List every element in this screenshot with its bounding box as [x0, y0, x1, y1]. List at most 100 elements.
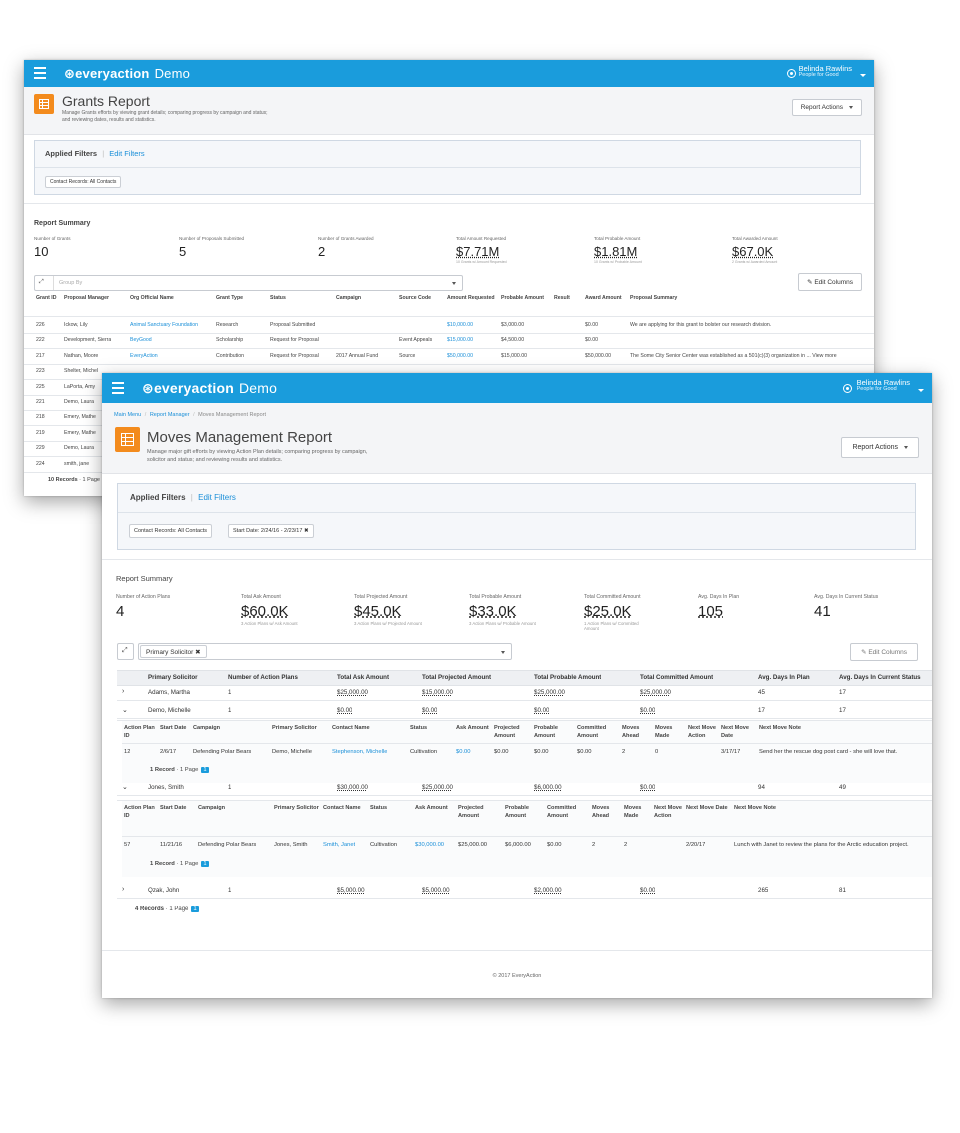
group-cell[interactable]: $15,000.00	[422, 689, 453, 696]
summary-value[interactable]: 105	[698, 603, 723, 620]
column-header[interactable]: Total Ask Amount	[337, 674, 389, 681]
column-header[interactable]: Total Committed Amount	[640, 674, 713, 681]
page-button[interactable]: 1	[201, 861, 209, 867]
remove-filter-icon[interactable]: ✖	[304, 528, 309, 534]
detail-column-header[interactable]: Ask Amount	[415, 805, 456, 813]
expand-button[interactable]: ⤢	[117, 643, 134, 660]
detail-column-header[interactable]: Contact Name	[323, 805, 368, 813]
detail-column-header[interactable]: Ask Amount	[456, 725, 492, 733]
user-menu[interactable]: Belinda Rawlins People for Good	[857, 379, 910, 393]
edit-filters-link[interactable]: Edit Filters	[109, 149, 144, 158]
expand-chevron-icon[interactable]: ›	[122, 688, 124, 695]
page-button[interactable]: 1	[191, 906, 199, 912]
detail-column-header[interactable]: Moves Ahead	[592, 805, 622, 820]
record-icon[interactable]	[843, 384, 852, 393]
group-by-select[interactable]: ⤢ Group By	[34, 275, 463, 291]
collapse-chevron-icon[interactable]: ⌄	[122, 706, 128, 714]
collapse-chevron-icon[interactable]: ⌄	[122, 783, 128, 791]
detail-column-header[interactable]: Campaign	[198, 805, 272, 813]
column-header[interactable]: Proposal Manager	[64, 295, 127, 302]
brand-logo[interactable]: ⊛everyaction Demo	[64, 66, 190, 82]
edit-columns-button[interactable]: ✎ Edit Columns	[850, 643, 918, 661]
column-header[interactable]: Proposal Summary	[630, 295, 850, 302]
detail-column-header[interactable]: Status	[370, 805, 413, 813]
page-button[interactable]: 1	[201, 767, 209, 773]
column-header[interactable]: Source Code	[399, 295, 444, 302]
column-header[interactable]: Grant Type	[216, 295, 267, 302]
column-header[interactable]: Campaign	[336, 295, 396, 302]
detail-column-header[interactable]: Start Date	[160, 805, 196, 813]
column-header[interactable]: Total Projected Amount	[422, 674, 491, 681]
hamburger-menu-icon[interactable]	[34, 67, 46, 82]
detail-column-header[interactable]: Projected Amount	[458, 805, 503, 820]
group-cell[interactable]: $5,000.00	[337, 887, 365, 894]
detail-column-header[interactable]: Probable Amount	[505, 805, 545, 820]
column-header[interactable]: Status	[270, 295, 333, 302]
table-cell-link[interactable]: $50,000.00	[447, 353, 473, 359]
expand-chevron-icon[interactable]: ›	[122, 886, 124, 893]
summary-value[interactable]: $7.71M	[456, 244, 499, 259]
detail-column-header[interactable]: Start Date	[160, 725, 191, 733]
table-cell-link[interactable]: $10,000.00	[447, 322, 473, 328]
column-header[interactable]: Number of Action Plans	[228, 674, 298, 681]
detail-column-header[interactable]: Moves Ahead	[622, 725, 653, 740]
detail-column-header[interactable]: Status	[410, 725, 454, 733]
column-header[interactable]: Grant ID	[36, 295, 61, 302]
group-by-chip[interactable]: Primary Solicitor ✖	[140, 645, 207, 658]
group-cell[interactable]: $0.00	[640, 707, 655, 714]
user-menu-caret-icon[interactable]	[918, 389, 924, 392]
report-actions-button[interactable]: Report Actions	[791, 99, 862, 116]
column-header[interactable]: Total Probable Amount	[534, 674, 601, 681]
column-header[interactable]: Result	[554, 295, 582, 302]
column-header[interactable]: Primary Solicitor	[148, 674, 198, 681]
edit-columns-button[interactable]: ✎ Edit Columns	[798, 273, 862, 291]
detail-column-header[interactable]: Next Move Note	[759, 725, 929, 733]
user-menu[interactable]: Belinda Rawlins People for Good	[799, 65, 852, 79]
detail-column-header[interactable]: Next Move Note	[734, 805, 904, 813]
detail-cell-link[interactable]: Smith, Janet	[323, 842, 355, 848]
brand-logo[interactable]: ⊛everyaction Demo	[142, 380, 277, 397]
detail-column-header[interactable]: Committed Amount	[547, 805, 590, 820]
detail-column-header[interactable]: Next Move Action	[654, 805, 684, 820]
detail-column-header[interactable]: Next Move Date	[686, 805, 732, 813]
column-header[interactable]: Award Amount	[585, 295, 627, 302]
summary-value[interactable]: $33.0K	[469, 603, 517, 620]
detail-column-header[interactable]: Action Plan ID	[124, 805, 158, 820]
filter-chip-contacts[interactable]: Contact Records: All Contacts	[129, 524, 213, 538]
group-cell[interactable]: $0.00	[640, 887, 655, 894]
column-header[interactable]: Org Official Name	[130, 295, 213, 302]
table-cell-link[interactable]: $15,000.00	[447, 337, 473, 343]
expand-icon[interactable]: ⤢	[39, 279, 44, 286]
group-cell[interactable]: $2,000.00	[534, 887, 562, 894]
group-cell[interactable]: $30,000.00	[337, 784, 368, 791]
detail-column-header[interactable]: Next Move Action	[688, 725, 719, 740]
detail-column-header[interactable]: Primary Solicitor	[272, 725, 330, 733]
summary-value[interactable]: $60.0K	[241, 603, 289, 620]
detail-column-header[interactable]: Probable Amount	[534, 725, 575, 740]
detail-column-header[interactable]: Primary Solicitor	[274, 805, 321, 813]
hamburger-menu-icon[interactable]	[112, 382, 124, 397]
detail-cell-link[interactable]: $30,000.00	[415, 842, 444, 848]
group-cell[interactable]: $6,000.00	[534, 784, 562, 791]
detail-column-header[interactable]: Action Plan ID	[124, 725, 158, 740]
detail-column-header[interactable]: Moves Made	[655, 725, 686, 740]
column-header[interactable]: Amount Requested	[447, 295, 498, 302]
summary-value[interactable]: $45.0K	[354, 603, 402, 620]
detail-column-header[interactable]: Moves Made	[624, 805, 652, 820]
column-header[interactable]: Avg. Days In Plan	[758, 674, 810, 681]
group-cell[interactable]: $25,000.00	[337, 689, 368, 696]
breadcrumb-report-manager[interactable]: Report Manager	[150, 412, 190, 418]
group-cell[interactable]: $0.00	[337, 707, 352, 714]
detail-cell-link[interactable]: Stephenson, Michelle	[332, 749, 387, 755]
summary-value[interactable]: $67.0K	[732, 244, 773, 259]
table-cell-link[interactable]: EveryAction	[130, 353, 158, 359]
column-header[interactable]: Avg. Days In Current Status	[839, 674, 921, 681]
detail-column-header[interactable]: Campaign	[193, 725, 270, 733]
group-cell[interactable]: $0.00	[640, 784, 655, 791]
group-by-select[interactable]: Primary Solicitor ✖	[138, 643, 512, 660]
breadcrumb-main-menu[interactable]: Main Menu	[114, 412, 141, 418]
detail-column-header[interactable]: Committed Amount	[577, 725, 620, 740]
filter-chip-contacts[interactable]: Contact Records: All Contacts	[45, 176, 122, 188]
group-cell[interactable]: $25,000.00	[640, 689, 671, 696]
group-cell[interactable]: $0.00	[422, 707, 437, 714]
